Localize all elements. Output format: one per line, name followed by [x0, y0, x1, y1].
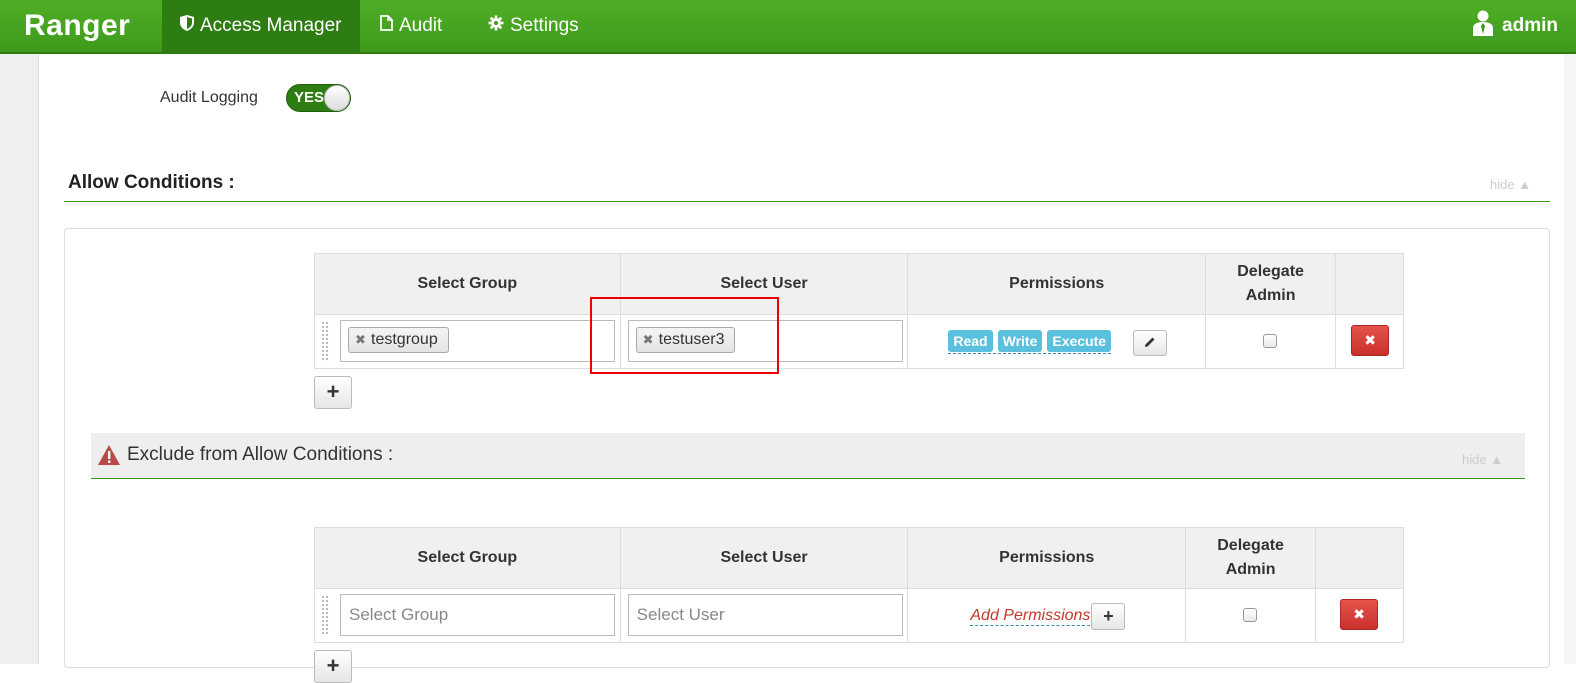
permission-badge: Read	[948, 330, 993, 352]
exclude-hide-label: hide	[1462, 452, 1487, 467]
col-permissions: Permissions	[907, 527, 1187, 589]
close-icon: ✖	[1364, 332, 1376, 348]
col-permissions: Permissions	[907, 253, 1207, 315]
allow-hide-label: hide	[1490, 177, 1515, 192]
nav-settings[interactable]: Settings	[470, 0, 597, 52]
col-select-user: Select User	[619, 527, 909, 589]
delegate-admin-cell	[1205, 314, 1337, 369]
delegate-admin-checkbox[interactable]	[1263, 334, 1278, 348]
gear-icon	[488, 15, 504, 37]
add-allow-row-button[interactable]: +	[314, 376, 352, 409]
shield-icon	[180, 15, 194, 37]
table-header-row: Select Group Select User Permissions Del…	[314, 253, 1404, 315]
actions-cell: ✖	[1315, 588, 1404, 643]
edit-permissions-button[interactable]	[1133, 330, 1168, 356]
exclude-title: Exclude from Allow Conditions :	[127, 444, 394, 465]
nav-audit[interactable]: Audit	[362, 0, 460, 52]
group-placeholder: Select Group	[349, 605, 449, 624]
group-cell: ✖ testgroup	[314, 314, 621, 369]
drag-handle-icon[interactable]	[321, 595, 329, 635]
user-select-input[interactable]: Select User	[627, 594, 903, 636]
nav-audit-label: Audit	[399, 15, 443, 36]
add-exclude-row-button[interactable]: +	[314, 650, 352, 683]
brand-logo[interactable]: Ranger	[24, 9, 130, 43]
col-select-group: Select Group	[314, 527, 621, 589]
allow-hide-link[interactable]: hide ▲	[1490, 177, 1531, 192]
group-select-input[interactable]: Select Group	[340, 594, 615, 636]
permissions-cell: Add Permissions +	[907, 588, 1187, 643]
drag-handle-icon[interactable]	[321, 321, 329, 361]
group-tag-label: testgroup	[371, 331, 438, 348]
highlight-box	[590, 297, 779, 374]
top-navbar: Ranger Access Manager Audit Settings adm…	[0, 0, 1576, 54]
left-sidebar-rail	[0, 54, 39, 664]
plus-icon: +	[326, 653, 340, 678]
group-tag: ✖ testgroup	[348, 327, 449, 353]
exclude-hide-link[interactable]: hide ▲	[1462, 452, 1503, 467]
audit-logging-label: Audit Logging	[160, 89, 258, 106]
plus-icon: +	[326, 379, 340, 404]
nav-access-manager-label: Access Manager	[200, 15, 342, 36]
col-actions	[1335, 253, 1404, 315]
warning-icon	[97, 444, 121, 471]
plus-icon: +	[1103, 606, 1114, 626]
permission-badge: Write	[997, 330, 1043, 352]
user-icon	[1472, 10, 1494, 42]
delegate-admin-checkbox[interactable]	[1243, 608, 1258, 622]
col-actions	[1315, 527, 1404, 589]
permission-badge: Execute	[1047, 330, 1112, 352]
exclude-conditions-table: Select Group Select User Permissions Del…	[314, 527, 1404, 643]
delete-row-button[interactable]: ✖	[1340, 599, 1379, 630]
section-divider	[64, 201, 1550, 202]
scrollbar-track[interactable]	[1564, 54, 1576, 664]
close-icon: ✖	[1353, 606, 1365, 622]
user-placeholder: Select User	[636, 605, 725, 624]
remove-tag-icon[interactable]: ✖	[355, 328, 366, 352]
audit-logging-toggle[interactable]: YES	[286, 84, 351, 112]
file-icon	[380, 15, 393, 37]
delete-row-button[interactable]: ✖	[1351, 325, 1390, 356]
permissions-cell: Read Write Execute	[907, 314, 1207, 369]
delegate-admin-header: Delegate Admin	[1217, 537, 1284, 578]
pencil-icon	[1144, 335, 1156, 351]
delegate-admin-header: Delegate Admin	[1237, 263, 1304, 304]
table-row: ✖ testgroup ✖ testuser3 Read Write Execu…	[314, 314, 1404, 369]
add-permissions-button[interactable]: +	[1091, 603, 1126, 630]
table-header-row: Select Group Select User Permissions Del…	[314, 527, 1404, 589]
user-name: admin	[1502, 15, 1558, 36]
user-menu[interactable]: admin	[1472, 0, 1558, 52]
col-delegate-admin: Delegate Admin	[1205, 253, 1337, 315]
allow-conditions-table: Select Group Select User Permissions Del…	[314, 253, 1404, 369]
toggle-knob	[324, 85, 350, 111]
nav-settings-label: Settings	[510, 15, 579, 36]
actions-cell: ✖	[1335, 314, 1404, 369]
delegate-admin-cell	[1185, 588, 1317, 643]
permissions-list[interactable]: Read Write Execute	[948, 330, 1112, 354]
toggle-state: YES	[294, 89, 325, 106]
add-permissions-link[interactable]: Add Permissions	[970, 607, 1091, 626]
col-delegate-admin: Delegate Admin	[1185, 527, 1317, 589]
exclude-section-header: Exclude from Allow Conditions :	[91, 433, 1525, 479]
user-cell: Select User	[619, 588, 909, 643]
nav-access-manager[interactable]: Access Manager	[162, 0, 360, 52]
group-select-input[interactable]: ✖ testgroup	[340, 320, 615, 362]
allow-conditions-title: Allow Conditions :	[68, 172, 235, 193]
group-cell: Select Group	[314, 588, 621, 643]
caret-up-icon: ▲	[1490, 452, 1504, 467]
caret-up-icon: ▲	[1518, 177, 1532, 192]
table-row: Select Group Select User Add Permissions…	[314, 588, 1404, 643]
col-select-group: Select Group	[314, 253, 621, 315]
